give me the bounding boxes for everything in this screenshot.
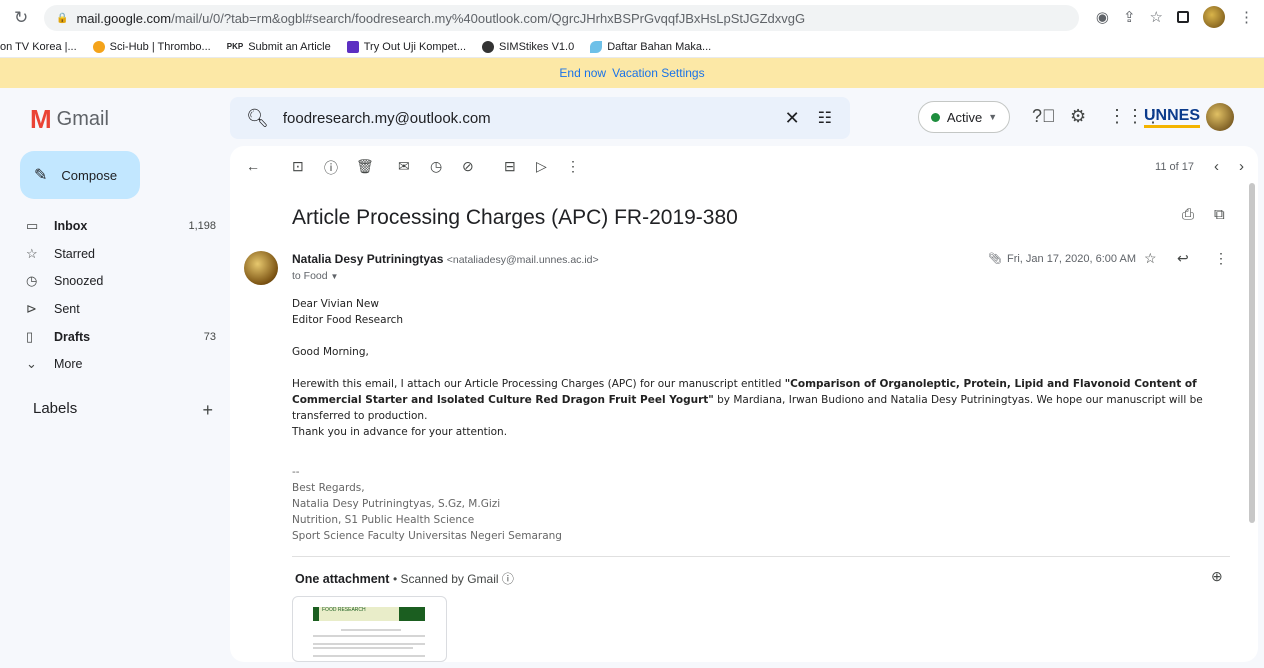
vacation-settings-link[interactable]: Vacation Settings xyxy=(612,66,705,80)
chevron-left-icon[interactable]: ‹ xyxy=(1214,158,1219,175)
url-path: /mail/u/0/?tab=rm&ogbl#search/foodresear… xyxy=(171,10,806,26)
search-input[interactable] xyxy=(282,109,785,127)
email-body: Dear Vivian New Editor Food Research Goo… xyxy=(292,296,1242,544)
sidepanel-icon[interactable] xyxy=(1177,11,1189,23)
lock-icon: 🔒 xyxy=(56,12,69,24)
star-icon[interactable]: ☆ xyxy=(1144,250,1157,267)
bookmark-item[interactable]: PKP Submit an Article xyxy=(227,41,331,53)
org-logo: UNNES xyxy=(1144,107,1201,128)
sender-email: <nataliadesy@mail.unnes.ac.id> xyxy=(446,254,599,266)
chevron-down-icon: ⌄ xyxy=(26,356,37,371)
clock-icon: ◷ xyxy=(26,273,38,288)
sidebar-item-sent[interactable]: ⊳ Sent xyxy=(26,297,216,321)
help-icon[interactable]: ?⃝ xyxy=(1032,106,1056,127)
report-spam-icon[interactable]: ⓘ xyxy=(324,158,338,178)
gear-icon[interactable]: ⚙ xyxy=(1070,106,1086,127)
star-icon: ☆ xyxy=(26,246,38,261)
add-label-icon[interactable]: + xyxy=(202,400,213,421)
sender-avatar[interactable] xyxy=(244,251,278,285)
url-field[interactable]: 🔒 mail.google.com/mail/u/0/?tab=rm&ogbl#… xyxy=(44,5,1079,31)
email-paragraph: Herewith this email, I attach our Articl… xyxy=(292,378,1203,422)
account-area[interactable]: UNNES xyxy=(1144,101,1256,133)
sender-line: Natalia Desy Putriningtyas <nataliadesy@… xyxy=(292,252,599,266)
trash-icon[interactable]: 🗑︎ xyxy=(356,158,374,175)
sidebar-item-inbox[interactable]: ▭ Inbox 1,198 xyxy=(26,214,216,238)
browser-address-bar: ↻ 🔒 mail.google.com/mail/u/0/?tab=rm&ogb… xyxy=(0,0,1264,36)
kebab-menu-icon[interactable]: ⋮ xyxy=(1239,8,1254,26)
bookmark-item[interactable]: SIMStikes V1.0 xyxy=(482,40,574,53)
add-task-icon[interactable]: ⊘ xyxy=(462,158,474,175)
bookmark-item[interactable]: Daftar Bahan Maka... xyxy=(590,40,711,53)
info-icon[interactable]: ⓘ xyxy=(502,572,514,586)
bookmarks-bar: on TV Korea |... Sci-Hub | Thrombo... PK… xyxy=(0,36,1264,58)
sender-name[interactable]: Natalia Desy Putriningtyas xyxy=(292,252,443,266)
bookmark-favicon xyxy=(590,40,603,53)
search-bar: 🔍︎ ✕ ☷ xyxy=(230,97,850,139)
eye-icon[interactable]: ◉ xyxy=(1096,8,1109,26)
caret-down-icon: ▼ xyxy=(988,112,998,122)
sidebar-item-starred[interactable]: ☆ Starred xyxy=(26,242,216,266)
pager-count: 11 of 17 xyxy=(1155,160,1194,173)
reply-icon[interactable]: ↩ xyxy=(1177,250,1189,267)
bookmark-item[interactable]: Try Out Uji Kompet... xyxy=(346,40,466,53)
labels-heading: Labels xyxy=(33,400,78,417)
share-icon[interactable]: ⇪ xyxy=(1123,8,1136,26)
send-icon: ⊳ xyxy=(26,301,37,316)
gmail-m-icon: M xyxy=(30,104,52,134)
back-arrow-icon[interactable]: ← xyxy=(246,158,260,174)
archive-icon[interactable]: ⊡ xyxy=(292,158,304,175)
search-icon[interactable]: 🔍︎ xyxy=(246,108,269,129)
end-now-link[interactable]: End now xyxy=(559,66,606,80)
app-name: Gmail xyxy=(56,108,109,130)
thumbnail-title: FOOD RESEARCH xyxy=(322,607,366,613)
mail-toolbar: ← ⊡ ⓘ 🗑︎ ✉ ◷ ⊘ ⊟ ▷ ⋮ 11 of 17 ‹ › xyxy=(230,146,1258,186)
bookmark-item[interactable]: on TV Korea |... xyxy=(0,41,77,53)
scrollbar[interactable] xyxy=(1249,183,1255,523)
label-icon[interactable]: ▷ xyxy=(536,158,547,175)
pencil-icon: ✎ xyxy=(34,167,48,184)
search-options-icon[interactable]: ☷ xyxy=(818,108,832,128)
divider xyxy=(292,556,1230,557)
email-date: 📎︎ Fri, Jan 17, 2020, 6:00 AM xyxy=(988,252,1136,266)
gmail-logo[interactable]: M Gmail xyxy=(30,104,109,135)
email-subject: Article Processing Charges (APC) FR-2019… xyxy=(292,206,738,229)
sidebar-item-more[interactable]: ⌄ More xyxy=(26,352,216,376)
add-to-drive-icon[interactable]: ⊕ xyxy=(1211,568,1223,585)
mail-panel: ← ⊡ ⓘ 🗑︎ ✉ ◷ ⊘ ⊟ ▷ ⋮ 11 of 17 ‹ › Articl… xyxy=(230,146,1258,662)
bookmark-favicon xyxy=(346,40,359,53)
profile-avatar[interactable] xyxy=(1203,6,1225,28)
recipient-dropdown[interactable]: to Food ▼ xyxy=(292,270,338,282)
sidebar-item-snoozed[interactable]: ◷ Snoozed xyxy=(26,269,216,293)
globe-icon xyxy=(482,40,495,53)
open-new-window-icon[interactable]: ⧉ xyxy=(1214,206,1225,223)
more-options-icon[interactable]: ⋮ xyxy=(566,158,580,175)
bookmark-item[interactable]: Sci-Hub | Thrombo... xyxy=(92,40,211,53)
bookmark-favicon xyxy=(92,40,105,53)
status-dropdown[interactable]: Active ▼ xyxy=(918,101,1010,133)
compose-button[interactable]: ✎ Compose xyxy=(20,151,140,199)
url-host: mail.google.com xyxy=(76,10,172,26)
reload-icon[interactable]: ↻ xyxy=(14,8,36,28)
more-options-icon[interactable]: ⋮ xyxy=(1214,250,1228,267)
draft-icon: ▯ xyxy=(26,329,34,344)
clear-search-icon[interactable]: ✕ xyxy=(785,108,800,129)
pager: 11 of 17 ‹ › xyxy=(1155,158,1258,175)
attachment-thumbnail[interactable]: FOOD RESEARCH xyxy=(292,596,447,662)
status-dot-icon xyxy=(930,112,940,122)
attachment-icon: 📎︎ xyxy=(988,253,1002,265)
caret-down-icon: ▼ xyxy=(330,272,339,281)
print-icon[interactable]: ⎙ xyxy=(1182,206,1194,223)
bookmark-star-icon[interactable]: ☆ xyxy=(1150,8,1163,26)
mark-unread-icon[interactable]: ✉ xyxy=(398,158,410,175)
account-avatar[interactable] xyxy=(1206,103,1235,131)
vacation-banner: End now Vacation Settings xyxy=(0,58,1264,88)
chevron-right-icon[interactable]: › xyxy=(1239,158,1244,175)
move-to-icon[interactable]: ⊟ xyxy=(504,158,516,175)
sidebar-item-drafts[interactable]: ▯ Drafts 73 xyxy=(26,325,216,349)
pkp-favicon: PKP xyxy=(226,42,244,51)
inbox-icon: ▭ xyxy=(26,218,39,233)
attachment-heading: One attachment • Scanned by Gmail ⓘ xyxy=(295,572,514,586)
labels-section: Labels + xyxy=(33,400,213,421)
snooze-icon[interactable]: ◷ xyxy=(430,158,442,175)
